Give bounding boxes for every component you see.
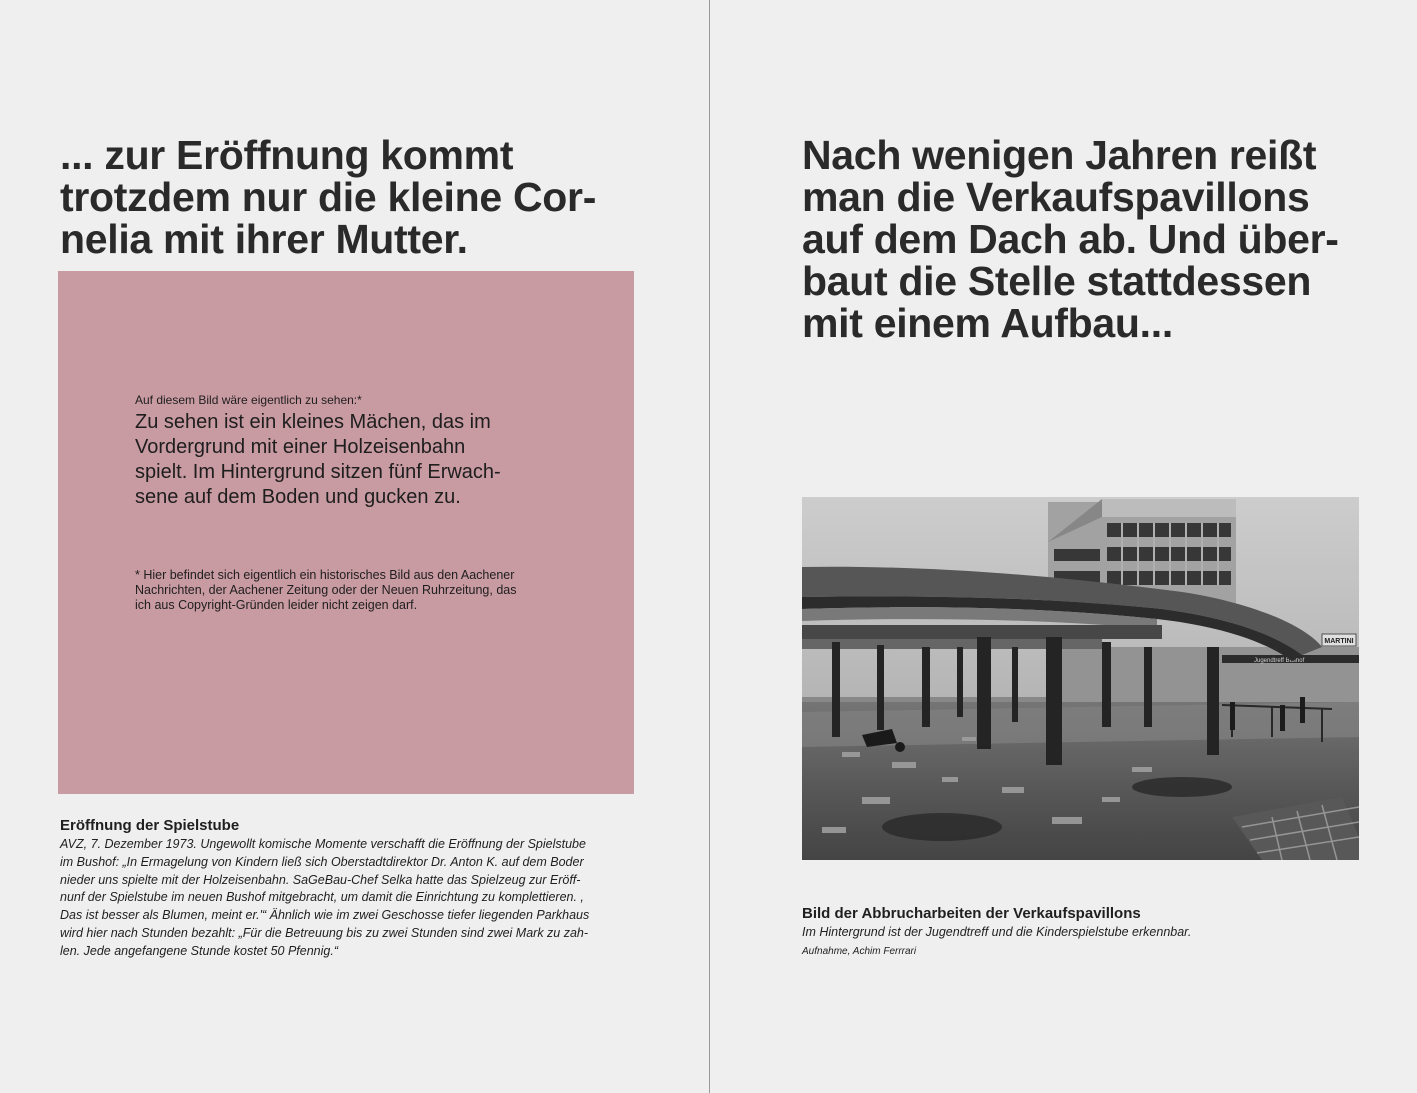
right-caption-title: Bild der Abbrucharbeiten der Verkaufspav… — [802, 905, 1141, 922]
right-caption-body: Im Hintergrund ist der Jugendtreff und d… — [802, 925, 1192, 939]
image-placeholder-box: Auf diesem Bild wäre eigentlich zu sehen… — [58, 271, 634, 794]
demolition-photo: Jugendtreff Bushof MARTINI — [802, 497, 1359, 860]
right-headline: Nach wenigen Jahren reißt man die Verkau… — [802, 132, 1339, 346]
book-spread: ... zur Eröffnung kommt trotzdem nur die… — [0, 0, 1417, 1093]
photo-credit: Aufnahme, Achim Ferrrari — [802, 946, 917, 957]
placeholder-label: Auf diesem Bild wäre eigentlich zu sehen… — [135, 393, 362, 407]
demolition-photo-illustration: Jugendtreff Bushof MARTINI — [802, 497, 1359, 860]
placeholder-description: Zu sehen ist ein kleines Mächen, das im … — [135, 411, 501, 508]
left-headline: ... zur Eröffnung kommt trotzdem nur die… — [60, 132, 597, 262]
left-caption-body: AVZ, 7. Dezember 1973. Ungewollt komisch… — [60, 837, 590, 958]
page-gutter — [709, 0, 710, 1093]
placeholder-footnote: * Hier befindet sich eigentlich ein hist… — [135, 568, 517, 612]
left-caption-title: Eröffnung der Spielstube — [60, 817, 240, 834]
